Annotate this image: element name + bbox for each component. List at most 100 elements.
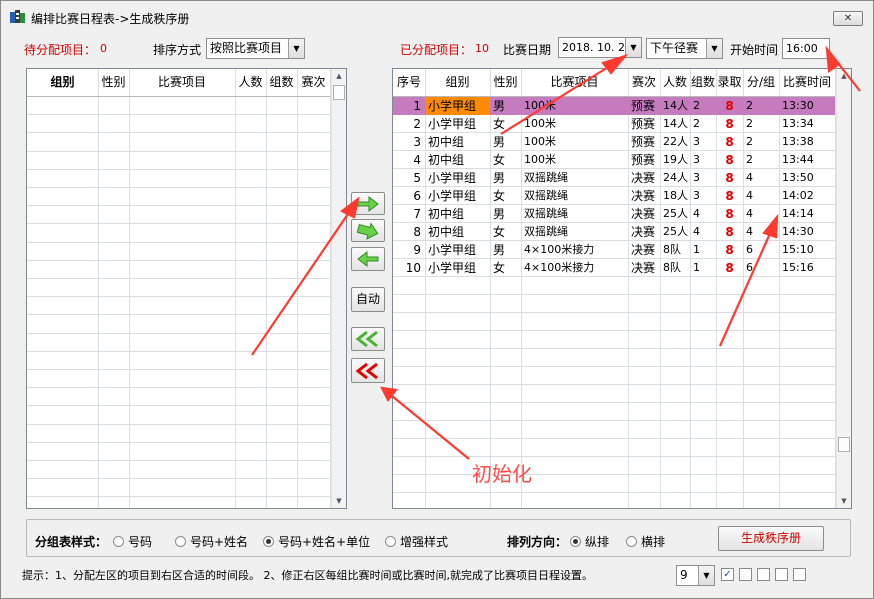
group-style-option[interactable]: 增强样式 xyxy=(385,533,448,550)
table-row[interactable]: 10 小学甲组 女 4×100米接力 决赛 8队 1 8 6 15:16 xyxy=(393,259,835,277)
cell-admit: 8 xyxy=(725,135,734,149)
chevron-down-icon[interactable]: ▼ xyxy=(625,38,641,57)
table-row[interactable]: 9 小学甲组 男 4×100米接力 决赛 8队 1 8 6 15:10 xyxy=(393,241,835,259)
scroll-down-icon[interactable]: ▼ xyxy=(332,494,346,508)
grid-row-line xyxy=(27,169,330,170)
col-header-people: 人数 xyxy=(238,75,263,89)
generate-book-button[interactable]: 生成秩序册 xyxy=(718,526,824,551)
cell-admit: 8 xyxy=(725,261,734,275)
cell-sex: 女 xyxy=(493,117,506,131)
radio-icon[interactable] xyxy=(626,536,637,547)
cell-no: 10 xyxy=(405,261,421,275)
grid-row-line xyxy=(27,333,330,334)
chevron-down-icon[interactable]: ▼ xyxy=(288,39,304,58)
cell-per: 4 xyxy=(746,171,753,184)
grid-row-line xyxy=(393,366,835,367)
option-checkbox[interactable] xyxy=(793,568,806,581)
col-header-groups: 组数 xyxy=(690,75,715,89)
cell-groups: 1 xyxy=(693,243,700,256)
unassigned-grid[interactable]: 组别 性别 比赛项目 人数 组数 赛次 ▲ ▼ xyxy=(26,68,347,509)
col-header-group: 组别 xyxy=(445,75,470,89)
grid-row-line xyxy=(27,351,330,352)
scroll-up-icon[interactable]: ▲ xyxy=(837,69,851,83)
cell-groups: 3 xyxy=(693,135,700,148)
option-checkbox[interactable] xyxy=(775,568,788,581)
chevron-down-icon[interactable]: ▼ xyxy=(698,566,714,585)
page-select[interactable]: 9 ▼ xyxy=(676,565,715,586)
reset-left-green-button[interactable] xyxy=(351,327,385,351)
move-right-button[interactable] xyxy=(351,192,385,215)
table-row[interactable]: 2 小学甲组女 100米 预赛 14人 2 8 2 13:34 xyxy=(393,115,835,133)
cell-sex: 男 xyxy=(493,135,506,149)
cell-no: 7 xyxy=(413,207,421,221)
session-value: 下午径赛 xyxy=(650,41,699,55)
close-button[interactable]: ✕ xyxy=(833,11,863,26)
grid-row-line xyxy=(393,384,835,385)
cell-event: 100米 xyxy=(524,99,556,112)
radio-icon[interactable] xyxy=(570,536,581,547)
table-row[interactable]: 3 初中组 男 100米 预赛 22人 3 8 2 13:38 xyxy=(393,133,835,151)
initialize-button[interactable] xyxy=(351,358,385,383)
sort-select[interactable]: 按照比赛项目 ▼ xyxy=(206,38,305,59)
direction-option[interactable]: 横排 xyxy=(626,533,665,550)
assigned-grid[interactable]: 序号 组别 性别 比赛项目 赛次 人数 组数 录取 分/组 比赛时间 1 小学甲组男 100米 预赛 14… xyxy=(392,68,852,509)
chevron-down-icon[interactable]: ▼ xyxy=(706,39,722,58)
col-header-event: 比赛项目 xyxy=(157,75,206,89)
cell-groups: 3 xyxy=(693,171,700,184)
radio-icon[interactable] xyxy=(113,536,124,547)
cell-time: 14:30 xyxy=(782,225,814,238)
table-row[interactable]: 6 小学甲组 女 双摇跳绳 决赛 18人 3 8 4 14:02 xyxy=(393,187,835,205)
option-checkbox[interactable] xyxy=(757,568,770,581)
cell-time: 15:10 xyxy=(782,243,814,256)
scroll-down-icon[interactable]: ▼ xyxy=(837,494,851,508)
assigned-label: 已分配项目： xyxy=(400,43,473,57)
session-select[interactable]: 下午径赛 ▼ xyxy=(646,38,723,59)
grid-header-line xyxy=(27,96,330,97)
start-time-input[interactable]: 16:00 xyxy=(782,38,830,59)
table-row[interactable]: 7 初中组男双摇跳绳 决赛 25人 4 8 4 14:14 xyxy=(393,205,835,223)
cell-per: 2 xyxy=(746,99,753,112)
cell-per: 2 xyxy=(746,117,753,130)
pending-label: 待分配项目： xyxy=(24,43,97,57)
cell-time: 13:34 xyxy=(782,117,814,130)
cell-admit: 8 xyxy=(725,243,734,257)
cell-no: 3 xyxy=(413,135,421,149)
option-checkbox[interactable]: ✓ xyxy=(721,568,734,581)
group-style-option-label: 号码+姓名 xyxy=(190,535,249,549)
table-row[interactable]: 1 小学甲组男 100米 预赛 14人 2 8 2 13:30 xyxy=(393,97,835,115)
grid-row-line xyxy=(393,420,835,421)
table-row[interactable]: 4 初中组 女 100米 预赛 19人 3 8 2 13:44 xyxy=(393,151,835,169)
group-style-option[interactable]: 号码+姓名 xyxy=(175,533,248,550)
table-row[interactable]: 8 初中组女双摇跳绳 决赛 25人 4 8 4 14:30 xyxy=(393,223,835,241)
direction-option[interactable]: 纵排 xyxy=(570,533,609,550)
radio-icon[interactable] xyxy=(385,536,396,547)
date-picker[interactable]: 2018. 10. 22 ▼ xyxy=(558,37,642,58)
cell-per: 4 xyxy=(746,225,753,238)
auto-button[interactable]: 自动 xyxy=(351,287,385,312)
cell-groups: 4 xyxy=(693,207,700,220)
table-row[interactable]: 5 小学甲组 男 双摇跳绳 决赛 24人 3 8 4 13:50 xyxy=(393,169,835,187)
cell-no: 2 xyxy=(413,117,421,131)
grid-row-line xyxy=(27,369,330,370)
radio-icon[interactable] xyxy=(263,536,274,547)
left-scrollbar[interactable]: ▲ ▼ xyxy=(331,69,346,508)
cell-sex: 女 xyxy=(493,153,506,167)
grid-row-line xyxy=(27,478,330,479)
cell-no: 4 xyxy=(413,153,421,167)
cell-round: 决赛 xyxy=(631,261,656,275)
cell-event: 4×100米接力 xyxy=(524,261,595,274)
grid-row-line xyxy=(27,387,330,388)
grid-row-line xyxy=(27,278,330,279)
scroll-thumb[interactable] xyxy=(333,85,345,100)
radio-icon[interactable] xyxy=(175,536,186,547)
arrow-down-right-green-icon xyxy=(356,222,379,240)
move-right-all-button[interactable] xyxy=(351,219,385,242)
group-style-option[interactable]: 号码+姓名+单位 xyxy=(263,533,370,550)
move-left-button[interactable] xyxy=(351,247,385,271)
scroll-thumb[interactable] xyxy=(838,437,850,452)
arrow-left-green-icon xyxy=(357,250,379,268)
group-style-option[interactable]: 号码 xyxy=(113,533,152,550)
scroll-up-icon[interactable]: ▲ xyxy=(332,69,346,83)
option-checkbox[interactable] xyxy=(739,568,752,581)
right-scrollbar[interactable]: ▲ ▼ xyxy=(836,69,851,508)
